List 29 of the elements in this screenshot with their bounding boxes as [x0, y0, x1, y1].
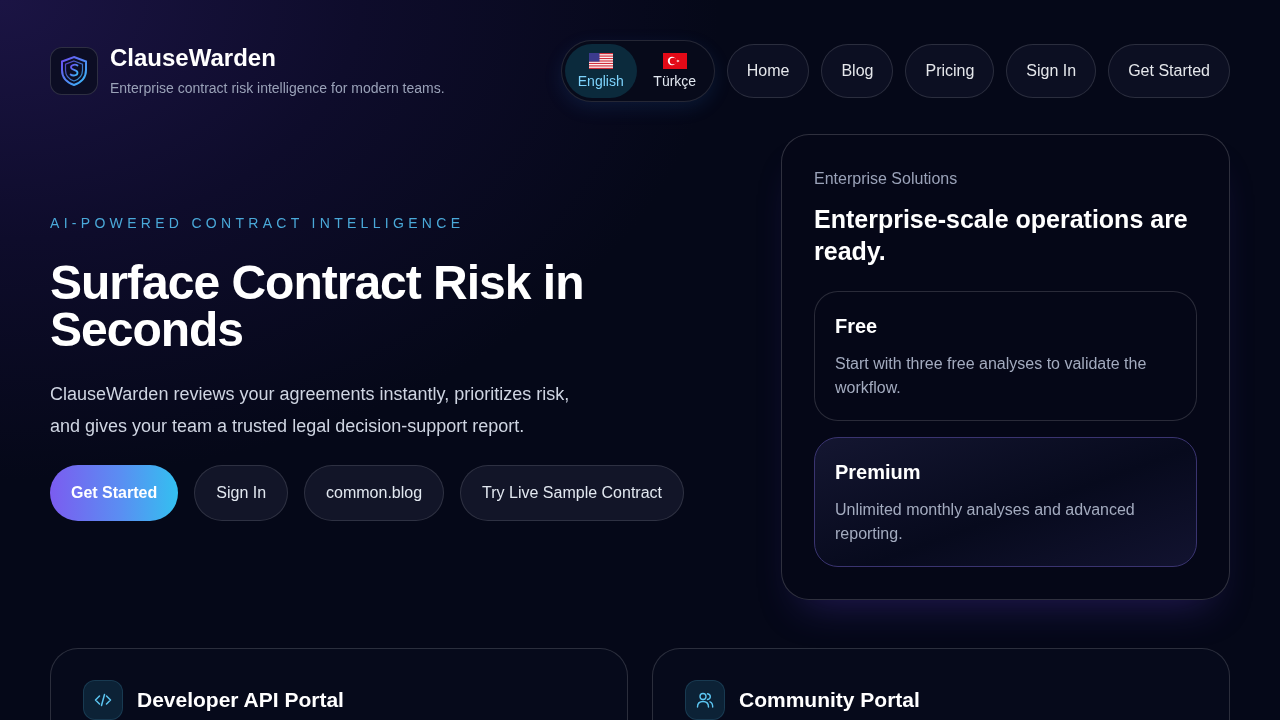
language-option[interactable]: Türkçe	[638, 44, 711, 98]
brand-tagline: Enterprise contract risk intelligence for modern teams.	[110, 79, 445, 98]
hero-eyebrow: AI-POWERED CONTRACT INTELLIGENCE	[50, 214, 466, 233]
plan-name: Premium	[835, 460, 922, 485]
enterprise-title: Enterprise-scale operations are ready.	[814, 204, 1189, 267]
nav-button[interactable]: Home	[726, 44, 810, 98]
us-flag-icon	[588, 52, 613, 69]
nav-button[interactable]: Pricing	[905, 44, 995, 98]
nav-button[interactable]: Sign In	[1006, 44, 1097, 98]
people-icon	[685, 680, 725, 720]
plan-description: Unlimited monthly analyses and advanced reporting.	[835, 500, 1136, 544]
hero-button[interactable]: Get Started	[50, 465, 179, 521]
enterprise-label: Enterprise Solutions	[814, 169, 959, 189]
nav-button[interactable]: Get Started	[1108, 44, 1230, 98]
hero-title: Surface Contract Risk in Seconds	[50, 259, 585, 353]
portal-title: Community Portal	[739, 687, 920, 713]
hero-button[interactable]: common.blog	[304, 465, 445, 521]
code-icon	[83, 680, 123, 720]
nav-button[interactable]: Blog	[821, 44, 894, 98]
shield-logo-icon	[50, 47, 98, 95]
brand-name: ClauseWarden	[110, 44, 277, 72]
language-option[interactable]: English	[564, 44, 637, 98]
plan-name: Free	[835, 314, 879, 339]
turkish-flag-icon	[662, 52, 687, 69]
hero-description: ClauseWarden reviews your agreements instantly, prioritizes risk, and gives your team a trusted legal decision-support report.	[50, 383, 571, 438]
hero-button[interactable]: Try Live Sample Contract	[460, 465, 685, 521]
portal-title: Developer API Portal	[137, 687, 344, 713]
hero-button[interactable]: Sign In	[194, 465, 289, 521]
plan-description: Start with three free analyses to validate the workflow.	[835, 354, 1148, 398]
